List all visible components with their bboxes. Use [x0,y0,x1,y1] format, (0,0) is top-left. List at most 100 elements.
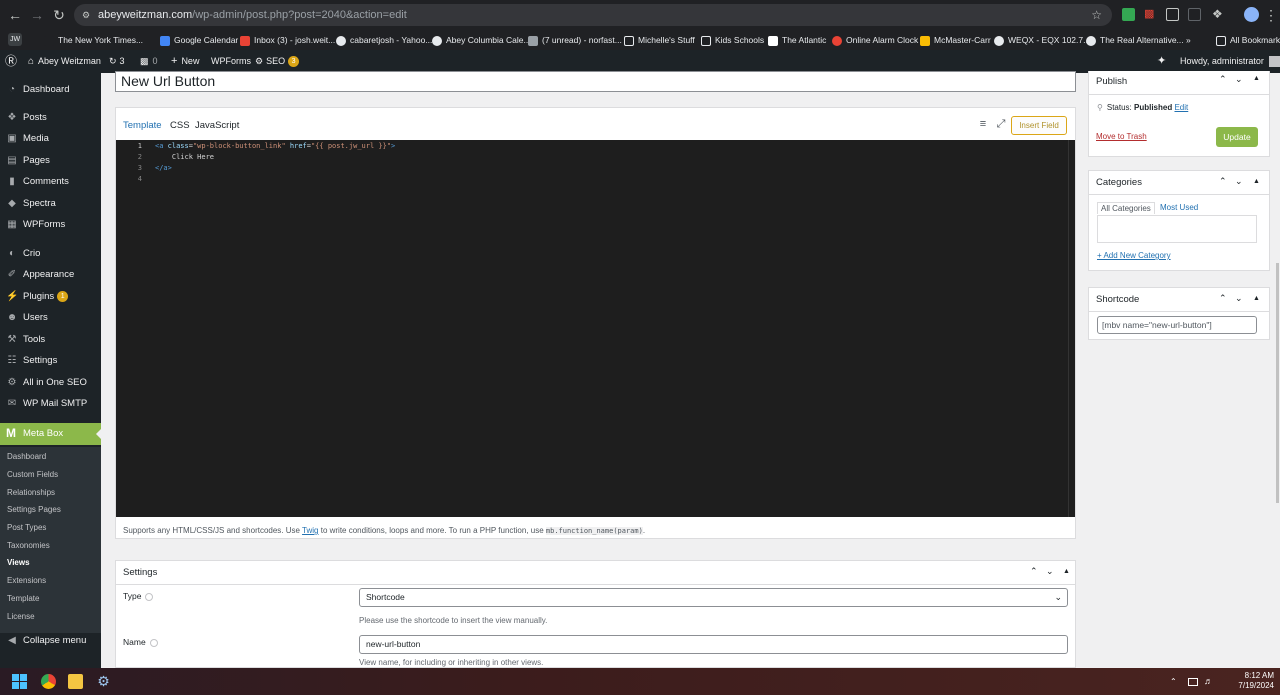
wrap-lines-icon[interactable]: ≡ [977,118,989,130]
system-clock[interactable]: 8:12 AM 7/19/2024 [1238,671,1274,691]
update-button[interactable]: Update [1216,127,1258,147]
bookmark-item[interactable]: The New York Times... [44,32,143,48]
submenu-relationships[interactable]: Relationships [7,488,55,497]
submenu-template[interactable]: Template [7,594,39,603]
file-explorer-icon[interactable] [68,674,83,689]
bookmark-item[interactable]: The Atlantic [768,32,826,48]
windows-start-icon[interactable] [12,674,27,689]
submenu-views[interactable]: Views [7,558,30,567]
settings-gear-icon[interactable]: ⚙ [96,674,111,689]
forward-icon[interactable]: → [28,6,46,24]
move-up-icon[interactable]: ⌃ [1030,566,1038,577]
move-down-icon[interactable]: ⌄ [1046,566,1054,577]
help-icon[interactable] [145,592,154,601]
shortcode-input[interactable]: [mbv name="new-url-button"] [1097,316,1257,334]
bookmark-item[interactable]: Inbox (3) - josh.weit... [240,32,335,48]
sidebar-item-appearance[interactable]: ✐ Appearance [0,265,101,285]
tab-most-used[interactable]: Most Used [1160,203,1198,212]
collapse-menu-button[interactable]: ◀ Collapse menu [0,631,101,651]
move-to-trash-link[interactable]: Move to Trash [1096,132,1147,141]
bookmark-folder[interactable]: Michelle's Stuff [624,32,695,48]
wordpress-logo-icon[interactable]: Ⓡ [5,50,17,73]
address-bar[interactable]: ⚙ abeyweitzman.com/wp-admin/post.php?pos… [74,4,1112,26]
updates-link[interactable]: ↻ 3 [109,50,125,73]
profile-badge[interactable]: JW [8,33,22,46]
view-name-input[interactable]: new-url-button [359,635,1068,654]
sidebar-item-spectra[interactable]: ◆ Spectra [0,194,101,214]
tab-all-categories[interactable]: All Categories [1097,202,1155,214]
tab-template[interactable]: Template [123,120,162,131]
submenu-post-types[interactable]: Post Types [7,523,46,532]
sidebar-item-users[interactable]: ☻ Users [0,308,101,328]
extension-icon[interactable] [1122,8,1135,21]
sidebar-item-crio[interactable]: ◐ Crio [0,244,101,264]
submenu-custom-fields[interactable]: Custom Fields [7,470,58,479]
submenu-dashboard[interactable]: Dashboard [7,452,46,461]
back-icon[interactable]: ← [6,6,24,24]
sidebar-item-comments[interactable]: ▮ Comments [0,172,101,192]
tray-chevron-icon[interactable]: ⌃ [1170,674,1185,689]
bookmark-item[interactable]: cabaretjosh - Yahoo... [336,32,432,48]
post-title-input[interactable]: New Url Button [115,71,1076,92]
howdy-account[interactable]: Howdy, administrator [1180,50,1280,73]
bookmark-item[interactable]: Online Alarm Clock [832,32,918,48]
toggle-panel-icon[interactable]: ▲ [1063,568,1070,575]
add-new-category-link[interactable]: + Add New Category [1097,251,1171,260]
site-info-icon[interactable]: ⚙ [82,4,90,26]
chrome-taskbar-icon[interactable] [41,674,56,689]
apps-grid-icon[interactable]: ▩ [1144,8,1157,21]
sidebar-item-aioseo[interactable]: ⚙ All in One SEO [0,373,101,393]
fullscreen-icon[interactable]: ⤢ [995,118,1007,130]
toggle-panel-icon[interactable]: ▲ [1253,295,1260,302]
star-icon[interactable]: ☆ [1091,4,1102,26]
move-up-icon[interactable]: ⌃ [1219,74,1227,85]
sidebar-item-wp-mail-smtp[interactable]: ✉ WP Mail SMTP [0,394,101,414]
bookmark-item[interactable]: Abey Columbia Cale... [432,32,531,48]
editor-scrollbar[interactable] [1068,140,1069,517]
new-content-link[interactable]: + New [171,50,199,73]
sidebar-item-media[interactable]: ▣ Media [0,129,101,149]
page-scrollbar[interactable] [1275,73,1280,668]
toggle-panel-icon[interactable]: ▲ [1253,178,1260,185]
profile-avatar[interactable] [1244,7,1259,22]
all-bookmarks[interactable]: All Bookmarks [1216,32,1280,48]
bookmark-item[interactable]: The Real Alternative... [1086,32,1184,48]
bookmark-item[interactable]: WEQX - EQX 102.7... [994,32,1090,48]
sidebar-item-posts[interactable]: ❖ Posts [0,108,101,128]
edit-status-link[interactable]: Edit [1174,103,1188,112]
bookmark-folder[interactable]: Kids Schools [701,32,764,48]
type-select[interactable]: Shortcode ⌄ [359,588,1068,607]
display-icon[interactable] [1188,678,1198,686]
tab-css[interactable]: CSS [170,120,190,131]
comments-link[interactable]: ▩ 0 [140,50,158,73]
submenu-license[interactable]: License [7,612,35,621]
code-editor[interactable]: 1 2 3 4 <a class="wp-block-button_link" … [116,140,1075,517]
seo-link[interactable]: ⚙ SEO 3 [255,50,300,73]
sidebar-item-wpforms[interactable]: ▦ WPForms [0,215,101,235]
submenu-extensions[interactable]: Extensions [7,576,46,585]
sidebar-item-pages[interactable]: ▤ Pages [0,151,101,171]
sidebar-item-plugins[interactable]: ⚡ Plugins 1 [0,287,101,307]
menu-icon[interactable]: ⋮ [1262,6,1280,24]
site-name-link[interactable]: ⌂ Abey Weitzman [28,50,101,73]
move-down-icon[interactable]: ⌄ [1235,74,1243,85]
insert-field-button[interactable]: Insert Field [1011,116,1067,135]
move-up-icon[interactable]: ⌃ [1219,293,1227,304]
volume-icon[interactable]: ♬ [1204,674,1219,689]
reload-icon[interactable]: ↻ [50,6,68,24]
sidebar-item-settings[interactable]: ☷ Settings [0,351,101,371]
bookmark-item[interactable]: Google Calendar [160,32,238,48]
wpforms-link[interactable]: WPForms [211,50,251,73]
sparkle-icon[interactable]: ✦ [1157,50,1166,73]
move-down-icon[interactable]: ⌄ [1235,176,1243,187]
submenu-settings-pages[interactable]: Settings Pages [7,505,61,514]
sidebar-item-metabox[interactable]: M Meta Box [0,423,101,445]
category-checklist[interactable] [1097,215,1257,243]
tab-javascript[interactable]: JavaScript [195,120,239,131]
bookmark-item[interactable]: (7 unread) - norfast... [528,32,622,48]
help-icon[interactable] [149,638,158,647]
bookmark-item[interactable]: McMaster-Carr [920,32,991,48]
sidebar-item-tools[interactable]: ⚒ Tools [0,330,101,350]
move-up-icon[interactable]: ⌃ [1219,176,1227,187]
toggle-panel-icon[interactable]: ▲ [1253,75,1260,82]
